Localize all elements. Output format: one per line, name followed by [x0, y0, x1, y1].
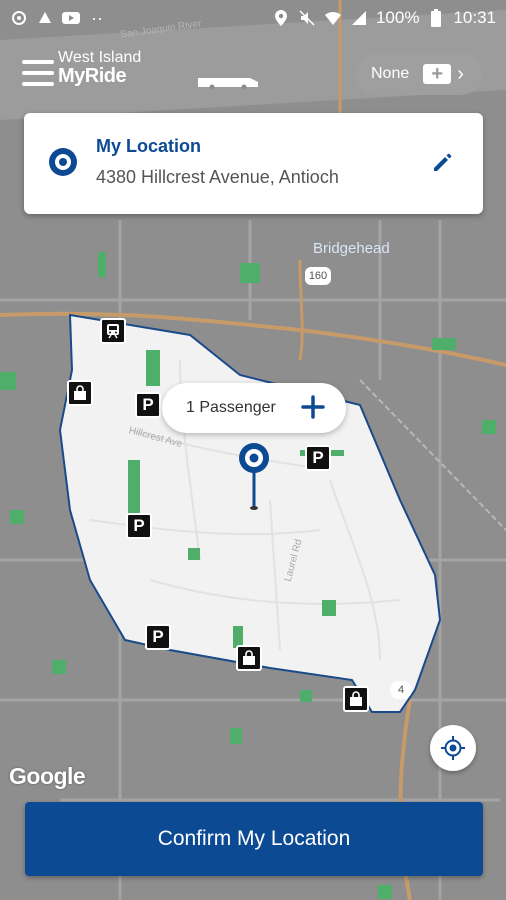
plus-icon: + [423, 64, 452, 84]
app-logo: West Island MyRide [58, 49, 258, 90]
service-filter-label: None [371, 65, 410, 82]
battery-icon [427, 9, 445, 27]
edit-location-button[interactable] [424, 145, 460, 181]
my-location-button[interactable] [430, 725, 476, 771]
logo-line-1: West Island [58, 49, 142, 66]
status-bar: ·· 100% 10:31 [0, 0, 506, 36]
highway-shield-4: 4 [390, 681, 412, 699]
parking-marker[interactable]: P [145, 624, 171, 650]
location-pin-icon [49, 148, 77, 176]
shopping-marker[interactable] [67, 380, 93, 406]
pencil-icon [434, 153, 452, 171]
battery-percent: 100% [375, 8, 420, 27]
add-passenger-icon[interactable] [298, 392, 328, 422]
crosshair-icon [441, 736, 465, 760]
mute-icon [298, 9, 316, 27]
service-filter-button[interactable]: None + › [356, 53, 482, 95]
clock: 10:31 [453, 8, 496, 27]
location-title: My Location [96, 136, 202, 156]
confirm-location-button[interactable]: Confirm My Location [25, 802, 483, 876]
pickup-pin[interactable] [237, 442, 271, 512]
logo-line-2: MyRide [58, 65, 127, 87]
location-icon [272, 9, 290, 27]
shopping-bag-icon [243, 650, 255, 665]
shopping-marker[interactable] [236, 645, 262, 671]
location-card[interactable]: My Location 4380 Hillcrest Avenue, Antio… [24, 113, 483, 214]
chevron-right-icon: › [457, 62, 464, 85]
wifi-icon [324, 9, 342, 27]
youtube-icon [62, 9, 80, 27]
sync-icon [10, 9, 28, 27]
passenger-count-label: 1 Passenger [186, 399, 276, 416]
shopping-bag-icon [350, 691, 362, 706]
train-icon [107, 324, 119, 339]
menu-icon[interactable] [22, 60, 54, 86]
location-address: 4380 Hillcrest Avenue, Antioch [96, 167, 339, 187]
shopping-bag-icon [74, 385, 86, 400]
parking-marker[interactable]: P [305, 445, 331, 471]
signal-icon [350, 9, 368, 27]
more-dots-icon: ·· [91, 7, 103, 28]
google-attribution: Google [9, 763, 86, 789]
drive-icon [36, 9, 54, 27]
train-station-marker[interactable] [100, 318, 126, 344]
bus-icon [198, 78, 258, 90]
passenger-selector: 1 Passenger [162, 383, 346, 433]
highway-shield-160: 160 [305, 267, 331, 285]
map-place-label: Bridgehead [313, 240, 390, 257]
parking-marker[interactable]: P [126, 513, 152, 539]
shopping-marker[interactable] [343, 686, 369, 712]
parking-marker[interactable]: P [135, 392, 161, 418]
